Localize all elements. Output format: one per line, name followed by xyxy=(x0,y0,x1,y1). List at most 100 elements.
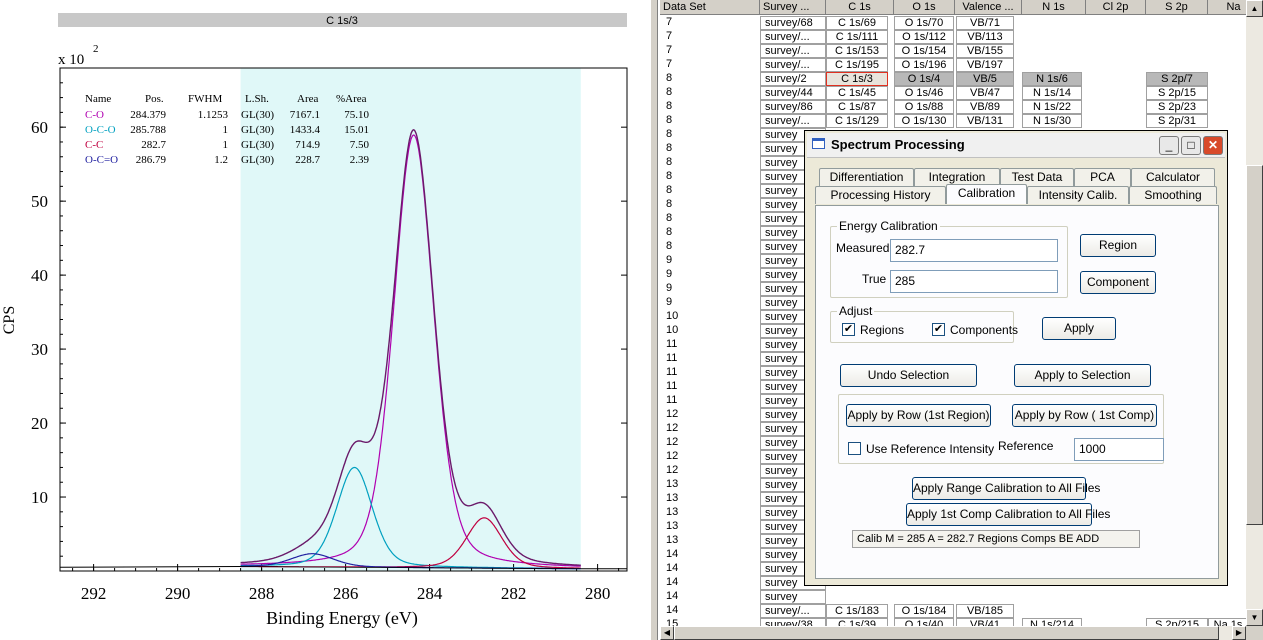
table-cell[interactable]: 9 xyxy=(660,282,760,296)
table-cell[interactable]: O 1s/130 xyxy=(894,114,954,128)
table-cell[interactable]: O 1s/40 xyxy=(894,618,954,626)
table-cell[interactable]: 8 xyxy=(660,86,760,100)
table-cell[interactable]: O 1s/154 xyxy=(894,44,954,58)
table-cell[interactable]: 14 xyxy=(660,576,760,590)
spectrum-chart[interactable]: C 1s/3 x 10 2 10 20 30 40 50 60 292 290 288 286 2… xyxy=(0,0,650,640)
table-cell[interactable]: C 1s/87 xyxy=(826,100,888,114)
table-cell[interactable]: VB/47 xyxy=(956,86,1014,100)
table-cell[interactable]: S 2p/15 xyxy=(1146,86,1208,100)
table-row[interactable]: 7 survey/... C 1s/111 O 1s/112 VB/113 xyxy=(660,30,1246,44)
table-cell[interactable]: 9 xyxy=(660,254,760,268)
table-cell[interactable]: 8 xyxy=(660,128,760,142)
table-cell[interactable]: 8 xyxy=(660,240,760,254)
table-cell[interactable]: survey/2 xyxy=(760,72,826,86)
table-cell[interactable]: 14 xyxy=(660,562,760,576)
tab-pca[interactable]: PCA xyxy=(1074,168,1131,186)
table-cell[interactable]: 12 xyxy=(660,436,760,450)
table-row[interactable]: 8 survey/... C 1s/129 O 1s/130 VB/131 N 1s/30… xyxy=(660,114,1246,128)
apply-range-calibration-button[interactable]: Apply Range Calibration to All Files xyxy=(912,477,1100,500)
table-cell[interactable]: 7 xyxy=(660,44,760,58)
column-header[interactable]: Na xyxy=(1208,0,1246,15)
regions-checkbox[interactable]: ✔ xyxy=(842,323,855,336)
table-row[interactable]: 7 survey/... C 1s/153 O 1s/154 VB/155 xyxy=(660,44,1246,58)
table-cell[interactable]: 15 xyxy=(660,618,760,626)
table-cell[interactable]: survey/44 xyxy=(760,86,826,100)
table-cell[interactable]: 11 xyxy=(660,394,760,408)
table-cell[interactable]: 8 xyxy=(660,212,760,226)
table-row[interactable]: 14 survey/... C 1s/183 O 1s/184 VB/185 xyxy=(660,604,1246,618)
table-cell[interactable]: VB/5 xyxy=(956,72,1014,86)
table-cell[interactable]: 8 xyxy=(660,100,760,114)
table-row[interactable]: 7 survey/... C 1s/195 O 1s/196 VB/197 xyxy=(660,58,1246,72)
table-cell[interactable]: N 1s/6 xyxy=(1022,72,1082,86)
tab-calibration[interactable]: Calibration xyxy=(946,184,1027,204)
table-cell[interactable]: O 1s/88 xyxy=(894,100,954,114)
close-button[interactable]: ✕ xyxy=(1203,136,1223,155)
table-cell[interactable]: N 1s/22 xyxy=(1022,100,1082,114)
tab-smoothing[interactable]: Smoothing xyxy=(1129,186,1217,204)
table-cell[interactable]: 7 xyxy=(660,58,760,72)
apply-1st-comp-calibration-button[interactable]: Apply 1st Comp Calibration to All Files xyxy=(906,503,1110,526)
table-cell[interactable]: VB/131 xyxy=(956,114,1014,128)
scroll-down-icon[interactable]: ▼ xyxy=(1246,609,1263,626)
apply-by-row-comp-button[interactable]: Apply by Row ( 1st Comp) xyxy=(1012,404,1157,427)
table-cell[interactable]: C 1s/195 xyxy=(826,58,888,72)
table-cell[interactable]: VB/155 xyxy=(956,44,1014,58)
table-cell[interactable]: survey xyxy=(760,590,826,604)
column-header[interactable]: Survey ... xyxy=(760,0,826,15)
table-cell[interactable]: S 2p/31 xyxy=(1146,114,1208,128)
table-cell[interactable]: C 1s/153 xyxy=(826,44,888,58)
horizontal-scroll-thumb[interactable] xyxy=(674,626,1219,640)
table-cell[interactable]: O 1s/112 xyxy=(894,30,954,44)
column-header[interactable]: S 2p xyxy=(1146,0,1208,15)
table-cell[interactable]: S 2p/23 xyxy=(1146,100,1208,114)
table-cell[interactable]: 13 xyxy=(660,506,760,520)
table-cell[interactable]: survey/... xyxy=(760,44,826,58)
scroll-left-icon[interactable]: ◀ xyxy=(660,626,674,640)
table-cell[interactable]: 11 xyxy=(660,366,760,380)
table-cell[interactable]: 14 xyxy=(660,548,760,562)
use-reference-checkbox[interactable] xyxy=(848,442,861,455)
column-header[interactable]: Valence ... xyxy=(955,0,1022,15)
table-cell[interactable]: 8 xyxy=(660,198,760,212)
column-header[interactable]: C 1s xyxy=(826,0,894,15)
table-cell[interactable]: N 1s/30 xyxy=(1022,114,1082,128)
table-cell[interactable]: 12 xyxy=(660,408,760,422)
grid-vertical-scrollbar[interactable]: ▲ ▼ xyxy=(1246,0,1263,626)
table-cell[interactable]: 13 xyxy=(660,478,760,492)
region-button[interactable]: Region xyxy=(1080,234,1156,257)
table-cell[interactable]: VB/185 xyxy=(956,604,1014,618)
scroll-right-icon[interactable]: ▶ xyxy=(1232,626,1246,640)
table-cell[interactable]: C 1s/45 xyxy=(826,86,888,100)
table-cell[interactable]: 8 xyxy=(660,114,760,128)
table-cell[interactable]: O 1s/196 xyxy=(894,58,954,72)
pane-splitter[interactable] xyxy=(650,0,658,640)
table-cell[interactable]: 11 xyxy=(660,352,760,366)
tab-calculator[interactable]: Calculator xyxy=(1131,168,1215,186)
table-cell[interactable]: VB/71 xyxy=(956,16,1014,30)
table-cell[interactable]: survey/... xyxy=(760,58,826,72)
measured-input[interactable]: 282.7 xyxy=(890,239,1058,262)
table-row[interactable]: 8 survey/2 C 1s/3 O 1s/4 VB/5 N 1s/6 S 2p/7 xyxy=(660,72,1246,86)
table-cell[interactable]: 13 xyxy=(660,520,760,534)
table-row[interactable]: 14 survey xyxy=(660,590,1246,604)
table-cell[interactable]: 12 xyxy=(660,422,760,436)
table-cell[interactable]: 8 xyxy=(660,226,760,240)
column-header[interactable]: Data Set xyxy=(660,0,760,15)
table-cell[interactable]: VB/113 xyxy=(956,30,1014,44)
table-cell[interactable]: 9 xyxy=(660,296,760,310)
tab-differentiation[interactable]: Differentiation xyxy=(819,168,914,186)
table-cell[interactable]: C 1s/129 xyxy=(826,114,888,128)
table-cell[interactable]: VB/41 xyxy=(956,618,1014,626)
table-cell[interactable]: survey/68 xyxy=(760,16,826,30)
table-cell[interactable]: O 1s/184 xyxy=(894,604,954,618)
spectrum-processing-dialog[interactable]: Spectrum Processing _ □ ✕ Differentiatio… xyxy=(804,130,1228,586)
undo-selection-button[interactable]: Undo Selection xyxy=(840,364,977,387)
table-cell[interactable]: 8 xyxy=(660,142,760,156)
table-cell[interactable]: O 1s/46 xyxy=(894,86,954,100)
components-checkbox[interactable]: ✔ xyxy=(932,323,945,336)
table-cell[interactable]: C 1s/111 xyxy=(826,30,888,44)
table-cell[interactable]: S 2p/7 xyxy=(1146,72,1208,86)
vertical-scroll-thumb[interactable] xyxy=(1246,165,1263,525)
scroll-up-icon[interactable]: ▲ xyxy=(1246,0,1263,17)
